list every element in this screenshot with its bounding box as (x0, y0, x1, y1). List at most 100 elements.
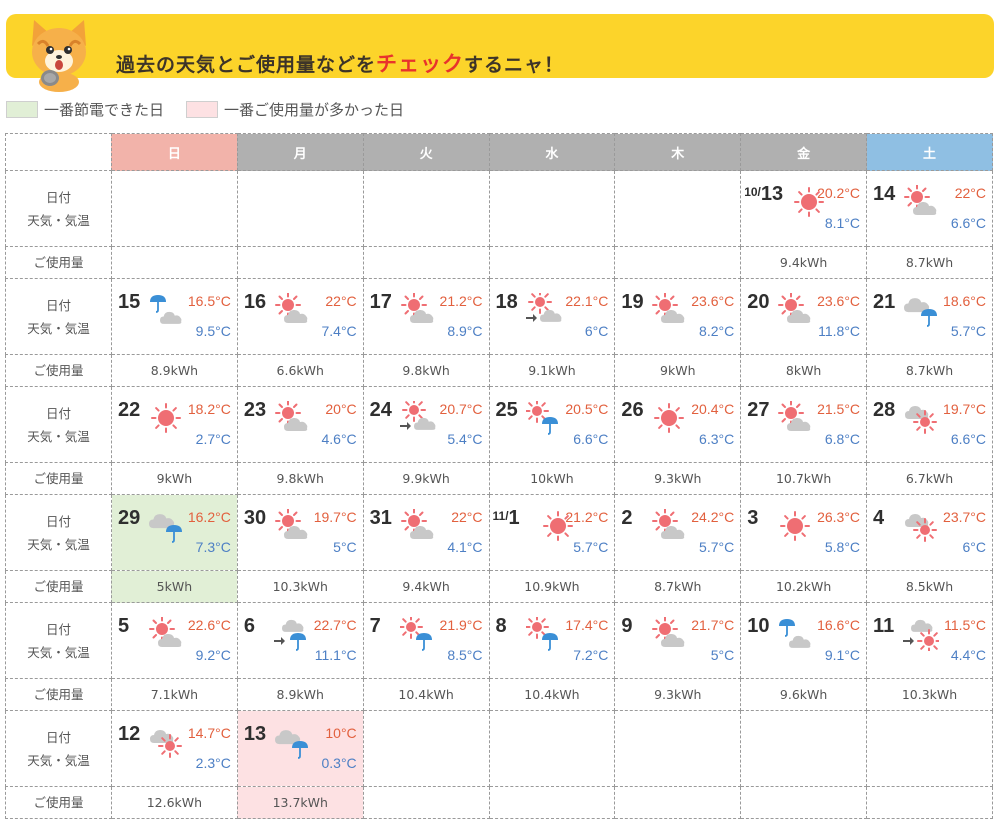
day-cell-content: 18 22.1°C 6°C (490, 279, 615, 354)
date-value: 9 (621, 615, 633, 637)
date-value: 13 (760, 183, 784, 205)
sun-cloud-icon (777, 292, 813, 327)
day-cell: 26 20.4°C 6.3°C (614, 386, 742, 463)
empty-usage-cell (614, 246, 742, 279)
day-number: 15 (118, 291, 140, 314)
usage-cell: 5kWh (110, 570, 238, 603)
usage-cell: 6.6kWh (236, 354, 364, 387)
date-value: 8 (495, 615, 507, 637)
day-number: 26 (621, 399, 643, 422)
row-label-usage: ご使用量 (5, 570, 112, 603)
day-cell: 9 21.7°C 5°C (614, 602, 742, 679)
date-value: 31 (369, 507, 392, 529)
day-cell-content: 23 20°C 4.6°C (238, 387, 363, 462)
low-temp: 8.1°C (824, 215, 861, 231)
day-number: 5 (118, 615, 129, 638)
weather-row: 日付 天気・気温 10/13 20.2°C 8.1°C 14 22°C 6.6°C (5, 170, 993, 247)
sun-cloud-icon (148, 616, 184, 651)
sun-then-cloud-icon (399, 398, 436, 435)
low-temp: 9.2°C (195, 647, 231, 663)
date-value: 18 (495, 291, 518, 313)
low-temp: 2.3°C (195, 755, 231, 771)
day-number: 7 (370, 615, 381, 638)
low-temp: 2.7°C (195, 431, 231, 447)
usage-cell: 10.9kWh (488, 570, 616, 603)
day-number: 13 (244, 723, 266, 746)
low-temp: 5.7°C (950, 323, 986, 339)
high-temp: 26.3°C (817, 509, 861, 525)
usage-cell: 9.8kWh (236, 462, 364, 495)
empty-day-cell (362, 170, 490, 247)
usage-cell: 9.6kWh (740, 678, 868, 711)
empty-day-cell (110, 170, 238, 247)
sun-cloud-icon (400, 508, 436, 543)
sun-cloud-icon (274, 508, 310, 543)
day-cell-content: 29 16.2°C 7.3°C (112, 495, 237, 570)
low-temp: 5.7°C (573, 539, 609, 555)
weather-row: 日付 天気・気温 5 22.6°C 9.2°C 6 22.7°C 11.1°C 7 21.9°C 8… (5, 602, 993, 679)
sun-cloud-icon (651, 508, 687, 543)
empty-usage-cell (236, 246, 364, 279)
high-temp: 22.1°C (565, 293, 609, 309)
row-label-usage: ご使用量 (5, 354, 112, 387)
label-date: 日付 (45, 297, 71, 313)
empty-day-cell (488, 710, 616, 787)
low-temp: 7.2°C (573, 647, 609, 663)
date-value: 11 (873, 615, 895, 637)
day-number: 10/13 (744, 183, 783, 206)
header-corner (5, 133, 112, 171)
high-temp: 20.2°C (817, 185, 861, 201)
cloud-rain-icon (274, 725, 310, 759)
day-cell-content: 3 26.3°C 5.8°C (741, 495, 866, 570)
month-prefix: 10/ (744, 185, 761, 199)
usage-cell: 9kWh (110, 462, 238, 495)
day-number: 27 (747, 399, 769, 422)
high-temp: 24.2°C (691, 509, 735, 525)
row-label-usage: ご使用量 (5, 246, 112, 279)
day-cell: 2 24.2°C 5.7°C (614, 494, 742, 571)
day-number: 9 (621, 615, 632, 638)
day-cell-content: 20 23.6°C 11.8°C (741, 279, 866, 354)
high-temp: 16.6°C (817, 617, 861, 633)
month-prefix: 11/ (492, 509, 509, 523)
usage-cell: 8.7kWh (614, 570, 742, 603)
legend-pink-label: 一番ご使用量が多かった日 (224, 100, 405, 119)
sun-icon (777, 509, 813, 543)
day-cell-content: 28 19.7°C 6.6°C (867, 387, 992, 462)
usage-cell: 12.6kWh (110, 786, 238, 819)
weekday-header-row: 日 月 火 水 木 金 土 (5, 133, 993, 171)
date-value: 6 (243, 615, 255, 637)
cloud-sun-icon (903, 509, 939, 543)
low-temp: 6.3°C (699, 431, 735, 447)
legend-green-label: 一番節電できた日 (44, 100, 165, 119)
cloud-sun-icon (903, 401, 939, 435)
cloud-rain-icon (903, 293, 939, 327)
empty-usage-cell (866, 786, 993, 819)
row-label-weather: 日付 天気・気温 (5, 494, 112, 571)
sun-cloud-icon (903, 184, 939, 219)
legend-pink-swatch (186, 100, 219, 118)
sun-rain-icon (524, 615, 562, 651)
day-cell-content: 16 22°C 7.4°C (238, 279, 363, 354)
day-number: 22 (118, 399, 140, 422)
sun-rain-icon (398, 615, 436, 651)
date-value: 5 (117, 615, 130, 637)
high-temp: 23.6°C (817, 293, 861, 309)
date-value: 21 (873, 291, 896, 313)
date-value: 27 (747, 399, 770, 421)
day-cell: 17 21.2°C 8.9°C (362, 278, 490, 355)
usage-cell: 10.7kWh (740, 462, 868, 495)
day-cell-content: 17 21.2°C 8.9°C (364, 279, 489, 354)
date-value: 28 (873, 399, 896, 421)
high-temp: 16.2°C (187, 509, 231, 525)
usage-cell: 9.1kWh (488, 354, 616, 387)
high-temp: 20.5°C (565, 401, 609, 417)
empty-usage-cell (488, 786, 616, 819)
day-cell: 5 22.6°C 9.2°C (110, 602, 238, 679)
rain-cloud-icon (148, 293, 184, 327)
label-date: 日付 (45, 621, 71, 637)
usage-cell: 9.3kWh (614, 678, 742, 711)
day-cell: 29 16.2°C 7.3°C (110, 494, 238, 571)
high-temp: 18.6°C (943, 293, 986, 309)
cloud-sun-icon (148, 725, 184, 759)
